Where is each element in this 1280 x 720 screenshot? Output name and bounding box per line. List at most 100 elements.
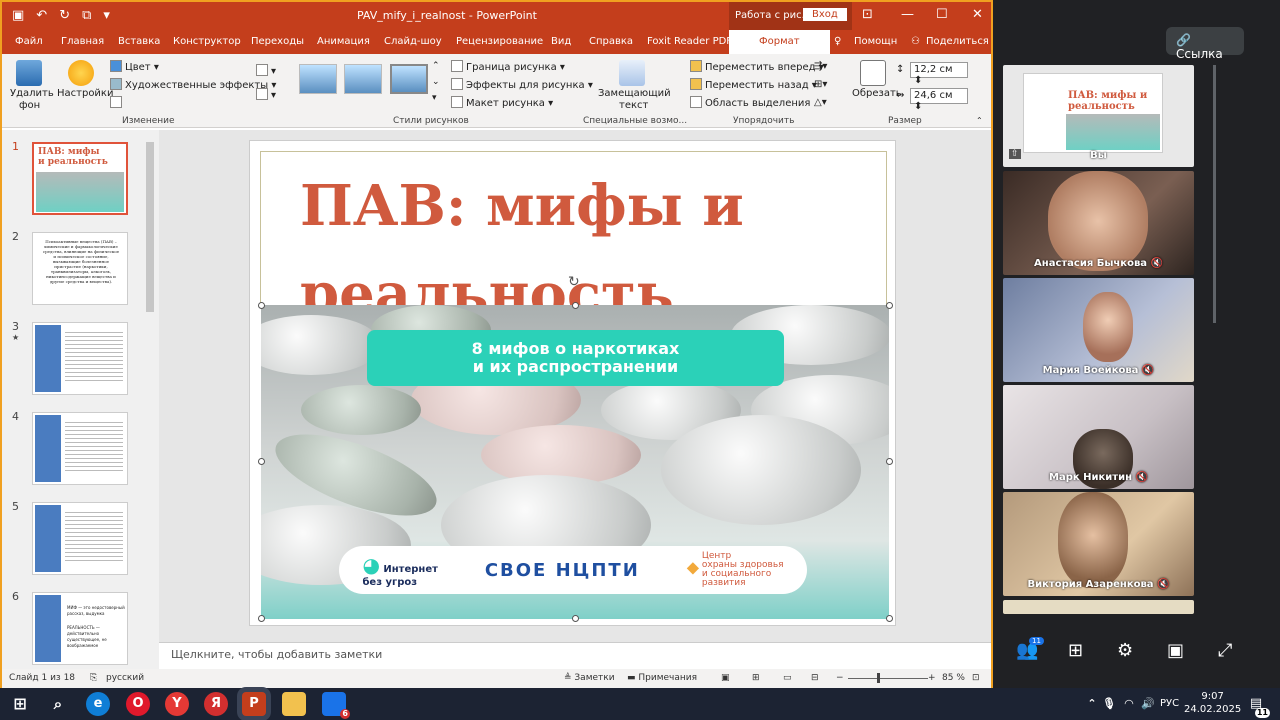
slideshow-view-icon[interactable]: ⊟: [811, 673, 819, 683]
explorer-icon[interactable]: [282, 692, 306, 716]
picture-layout-button[interactable]: Макет рисунка ▾: [451, 96, 553, 109]
slides-scrollbar[interactable]: [145, 132, 155, 669]
picture-border-button[interactable]: Граница рисунка ▾: [451, 60, 565, 73]
slide-thumb-4[interactable]: [32, 412, 128, 485]
share-button[interactable]: Поделиться: [926, 36, 989, 47]
resize-handle-l[interactable]: [258, 458, 265, 465]
taskbar-clock[interactable]: 9:07 24.02.2025: [1184, 690, 1241, 716]
qat-dropdown-icon[interactable]: ▾: [103, 8, 110, 23]
bring-forward-button[interactable]: Переместить вперед ▾: [690, 60, 824, 73]
participant-tile-2[interactable]: Мария Воейкова 🔇: [1003, 278, 1194, 382]
edge-icon[interactable]: e: [86, 692, 110, 716]
artistic-effects-button[interactable]: Художественные эффекты ▾: [110, 78, 276, 91]
zoom-slider[interactable]: [848, 678, 928, 679]
corrections-button[interactable]: Настройки: [57, 88, 113, 99]
gear-icon[interactable]: ⚙: [1117, 640, 1133, 661]
tab-foxit[interactable]: Foxit Reader PDF: [647, 36, 732, 47]
tab-slideshow[interactable]: Слайд-шоу: [384, 36, 442, 47]
volume-icon[interactable]: 🔊: [1136, 692, 1160, 716]
resize-handle-t[interactable]: [572, 302, 579, 309]
save-icon[interactable]: ▣: [12, 8, 24, 23]
resize-handle-tr[interactable]: [886, 302, 893, 309]
participant-tile-4[interactable]: Виктория Азаренкова 🔇: [1003, 492, 1194, 596]
rotate-handle-icon[interactable]: ↻: [568, 274, 580, 290]
close-icon[interactable]: ✕: [972, 7, 983, 22]
keyboard-language[interactable]: РУС: [1160, 698, 1179, 709]
selection-pane-button[interactable]: Область выделения: [690, 96, 810, 109]
collapse-ribbon-icon[interactable]: ⌃: [976, 116, 983, 125]
participant-tile-1[interactable]: Анастасия Бычкова 🔇: [1003, 171, 1194, 275]
slide-thumb-5[interactable]: [32, 502, 128, 575]
alt-text-label-1[interactable]: Замещающий: [598, 88, 671, 99]
mail-icon[interactable]: 6: [322, 692, 350, 719]
language-indicator[interactable]: русский: [106, 673, 144, 683]
presenter-icon[interactable]: ⧉: [82, 8, 91, 23]
redo-icon[interactable]: ↻: [59, 8, 70, 23]
tab-home[interactable]: Главная: [61, 36, 104, 47]
tab-animations[interactable]: Анимация: [317, 36, 370, 47]
tab-view[interactable]: Вид: [551, 36, 571, 47]
zoom-in-icon[interactable]: +: [928, 673, 936, 683]
layout-icon[interactable]: ▣: [1167, 640, 1184, 661]
remove-bg-label-1[interactable]: Удалить: [10, 88, 54, 99]
color-button[interactable]: Цвет ▾: [110, 60, 159, 73]
participant-tile-self[interactable]: ПАВ: мифы и реальность ⇧ Вы: [1003, 65, 1194, 167]
notification-icon[interactable]: ▤ 11: [1244, 692, 1270, 718]
height-field[interactable]: 12,2 см ⬍: [910, 62, 968, 86]
slide-thumb-2[interactable]: Психоактивные вещества (ПАВ) – химически…: [32, 232, 128, 305]
tab-design[interactable]: Конструктор: [173, 36, 241, 47]
normal-view-icon[interactable]: ▣: [721, 673, 730, 683]
notes-placeholder[interactable]: Щелкните, чтобы добавить заметки: [171, 648, 382, 661]
remove-bg-label-2[interactable]: фон: [19, 100, 40, 111]
width-field[interactable]: 24,6 см ⬍: [910, 88, 968, 112]
comments-button[interactable]: ▬ Примечания: [627, 673, 697, 683]
spellcheck-icon[interactable]: ⎘: [90, 673, 97, 683]
crop-icon[interactable]: [860, 60, 886, 86]
slide-picture[interactable]: 8 мифов о наркотиках и их распространени…: [261, 305, 889, 619]
participants-scrollbar[interactable]: [1213, 65, 1216, 323]
notes-pane[interactable]: Щелкните, чтобы добавить заметки: [159, 642, 991, 669]
resize-handle-b[interactable]: [572, 615, 579, 622]
picture-style-3[interactable]: [390, 64, 428, 94]
participant-tile-3[interactable]: Марк Никитин 🔇: [1003, 385, 1194, 489]
remove-background-icon[interactable]: [16, 60, 42, 86]
align-group-rotate-icons[interactable]: ⇶▾ ⊞▾ △▾: [814, 58, 827, 112]
yandex-icon[interactable]: Я: [204, 692, 228, 716]
tab-review[interactable]: Рецензирование: [456, 36, 543, 47]
fit-slide-icon[interactable]: ⊡: [972, 673, 980, 683]
grid-icon[interactable]: ⊞: [1068, 640, 1083, 661]
resize-handle-bl[interactable]: [258, 615, 265, 622]
scroll-thumb[interactable]: [146, 142, 154, 312]
picture-style-2[interactable]: [344, 64, 382, 94]
undo-icon[interactable]: ↶: [36, 8, 47, 23]
slide-thumb-6[interactable]: МИФ — это недостоверный рассказ, выдумка…: [32, 592, 128, 665]
maximize-icon[interactable]: ☐: [936, 7, 948, 22]
sorter-view-icon[interactable]: ⊞: [752, 673, 760, 683]
resize-handle-br[interactable]: [886, 615, 893, 622]
compress-icon[interactable]: ▾: [256, 64, 276, 77]
reading-view-icon[interactable]: ▭: [783, 673, 792, 683]
styles-gallery-scroll[interactable]: ⌃ ⌄ ▾: [432, 58, 440, 106]
change-picture-icon[interactable]: ▾: [256, 88, 276, 101]
resize-handle-tl[interactable]: [258, 302, 265, 309]
crop-button[interactable]: Обрезать: [852, 88, 902, 99]
notes-button[interactable]: ≜ Заметки: [564, 673, 615, 683]
share-icon[interactable]: ⚇: [911, 36, 920, 47]
yandex-browser-icon[interactable]: Y: [165, 692, 189, 716]
slide-thumb-3[interactable]: [32, 322, 128, 395]
ribbon-display-icon[interactable]: ⊡: [862, 7, 873, 22]
alt-text-label-2[interactable]: текст: [619, 100, 648, 111]
tab-insert[interactable]: Вставка: [118, 36, 160, 47]
minimize-icon[interactable]: —: [901, 7, 914, 22]
search-icon[interactable]: ⌕: [46, 692, 70, 716]
zoom-slider-knob[interactable]: [877, 673, 880, 683]
send-backward-button[interactable]: Переместить назад ▾: [690, 78, 817, 91]
start-icon[interactable]: ⊞: [8, 692, 32, 716]
zoom-level[interactable]: 85 %: [942, 673, 965, 683]
tab-help[interactable]: Справка: [589, 36, 633, 47]
powerpoint-icon[interactable]: P: [242, 692, 266, 716]
picture-style-1[interactable]: [299, 64, 337, 94]
opera-icon[interactable]: O: [126, 692, 150, 716]
transparency-icon[interactable]: [110, 96, 125, 109]
zoom-out-icon[interactable]: −: [836, 673, 844, 683]
